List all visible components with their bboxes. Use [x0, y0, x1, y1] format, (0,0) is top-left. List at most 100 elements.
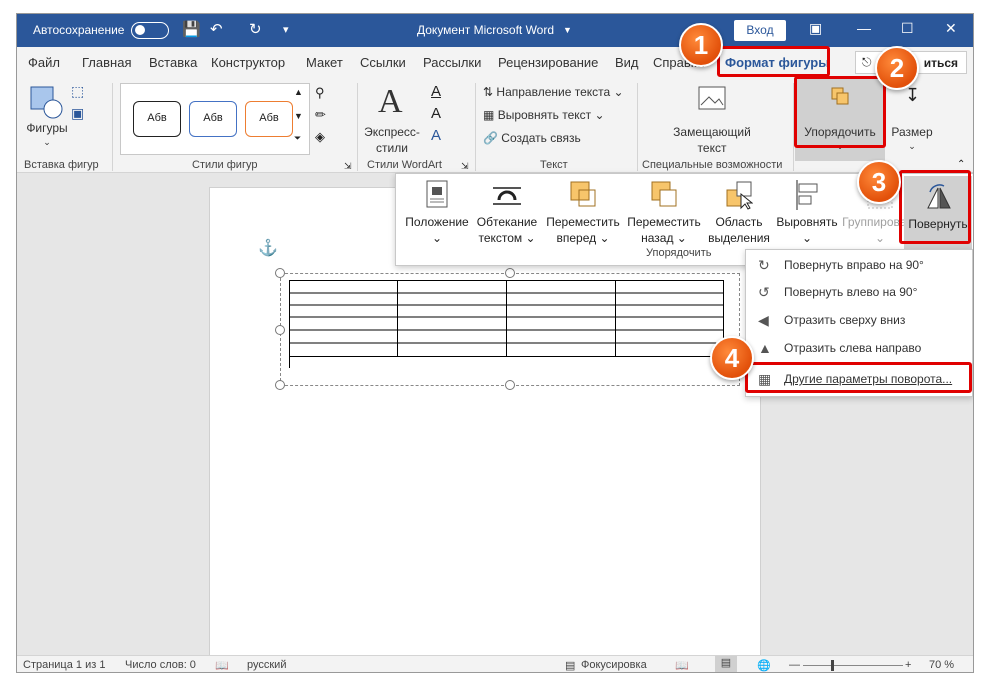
shape-style-black[interactable]: Абв	[133, 101, 181, 137]
create-link-label: Создать связь	[501, 131, 581, 145]
save-icon[interactable]: 💾	[182, 20, 201, 38]
gallery-down-icon[interactable]: ▼	[294, 111, 303, 121]
maximize-icon[interactable]: ☐	[901, 20, 914, 37]
selected-shape[interactable]	[275, 268, 740, 390]
tab-design[interactable]: Конструктор	[211, 55, 285, 70]
resize-handle[interactable]	[275, 268, 285, 278]
tab-review[interactable]: Рецензирование	[498, 55, 598, 70]
selection-pane-label2: выделения	[708, 231, 770, 245]
resize-handle[interactable]	[505, 380, 515, 390]
tab-home[interactable]: Главная	[82, 55, 131, 70]
arrange-button[interactable]: Упорядочить ⌄	[795, 79, 885, 161]
rotate-right-item[interactable]: ↻ Повернуть вправо на 90°	[746, 252, 972, 278]
resize-handle[interactable]	[275, 325, 285, 335]
step-marker-3: 3	[857, 160, 901, 204]
arrange-icon	[831, 87, 849, 105]
zoom-slider[interactable]	[803, 660, 903, 671]
link-icon: 🔗	[483, 131, 498, 145]
send-backward-label2: назад ⌄	[641, 231, 687, 245]
customize-qat-icon[interactable]: ▾	[283, 23, 289, 36]
wrap-text-label2: текстом ⌄	[478, 231, 536, 245]
dialog-launcher-icon[interactable]: ⇲	[461, 161, 469, 172]
rotate-label: Повернуть	[908, 217, 968, 231]
shape-fill-icon[interactable]: ⚲	[315, 85, 325, 101]
tab-view[interactable]: Вид	[615, 55, 639, 70]
text-box-icon[interactable]: ▣	[71, 105, 84, 122]
minimize-icon[interactable]: —	[857, 20, 871, 36]
align-button[interactable]: Выровнять ⌄	[774, 178, 840, 248]
tab-references[interactable]: Ссылки	[360, 55, 406, 70]
send-backward-button[interactable]: Переместить назад ⌄	[624, 178, 704, 248]
text-group-label: Текст	[540, 159, 568, 171]
bring-forward-icon	[570, 181, 596, 207]
word-count[interactable]: Число слов: 0	[125, 659, 196, 671]
text-fill-icon[interactable]: A	[431, 83, 441, 100]
size-button[interactable]: ↧ Размер ⌄	[887, 79, 937, 161]
redo-icon[interactable]: ↻	[249, 20, 262, 38]
edit-shape-icon[interactable]: ⬚	[71, 83, 84, 100]
close-icon[interactable]: ✕	[945, 20, 957, 37]
focus-icon[interactable]: ▤	[565, 659, 575, 672]
text-direction-button[interactable]: ⇅ Направление текста ⌄	[483, 85, 624, 99]
wrap-text-button[interactable]: Обтекание текстом ⌄	[472, 178, 542, 248]
zoom-out-icon[interactable]: —	[789, 659, 800, 671]
tab-layout[interactable]: Макет	[306, 55, 343, 70]
align-text-button[interactable]: ▦ Выровнять текст ⌄	[483, 108, 605, 122]
resize-handle[interactable]	[275, 380, 285, 390]
page-count[interactable]: Страница 1 из 1	[23, 659, 105, 671]
title-bar: Автосохранение 💾 ↶ ↻ ▾ Документ Microsof…	[17, 14, 973, 47]
zoom-thumb[interactable]	[831, 660, 834, 671]
alt-text-button[interactable]: Замещающий текст	[667, 83, 757, 155]
ribbon-display-icon[interactable]: ▣	[809, 20, 822, 37]
focus-mode[interactable]: Фокусировка	[581, 659, 647, 671]
rotate-right-icon: ↻	[758, 257, 770, 273]
dialog-launcher-icon[interactable]: ⇲	[344, 161, 352, 172]
read-mode-icon[interactable]: 📖	[675, 659, 689, 672]
tab-shape-format[interactable]: Формат фигуры	[725, 55, 829, 70]
undo-icon[interactable]: ↶	[210, 20, 223, 38]
bring-forward-button[interactable]: Переместить вперед ⌄	[542, 178, 624, 248]
alt-text-icon	[698, 86, 726, 110]
wrap-text-icon	[493, 187, 521, 205]
express-styles-button[interactable]: A Экспресс- стили	[362, 83, 422, 155]
text-outline-icon[interactable]: A	[431, 105, 441, 122]
tab-file[interactable]: Файл	[28, 55, 60, 70]
shape-style-blue[interactable]: Абв	[189, 101, 237, 137]
selection-pane-label: Область	[715, 215, 763, 229]
zoom-in-icon[interactable]: +	[905, 659, 911, 671]
collapse-ribbon-icon[interactable]: ⌃	[957, 159, 965, 170]
size-icon: ↧	[905, 85, 921, 105]
resize-handle[interactable]	[505, 268, 515, 278]
language[interactable]: русский	[247, 659, 286, 671]
gallery-more-icon[interactable]: ⏷	[294, 133, 301, 144]
zoom-level[interactable]: 70 %	[929, 659, 954, 671]
align-text-icon: ▦	[483, 108, 495, 122]
shape-style-orange[interactable]: Абв	[245, 101, 293, 137]
flip-vertical-item[interactable]: ◀ Отразить сверху вниз	[746, 307, 972, 333]
gallery-up-icon[interactable]: ▲	[294, 87, 303, 97]
web-layout-icon[interactable]: 🌐	[757, 659, 771, 672]
text-effects-icon[interactable]: A	[431, 127, 441, 144]
create-link-button[interactable]: 🔗 Создать связь	[483, 131, 581, 145]
selection-pane-button[interactable]: Область выделения	[704, 178, 774, 248]
step-marker-1: 1	[679, 23, 723, 67]
print-layout-icon[interactable]: ▤	[715, 656, 737, 672]
rotate-button[interactable]: Повернуть ⌄	[904, 176, 972, 256]
shapes-button[interactable]: Фигуры ⌄	[23, 83, 71, 153]
tab-insert[interactable]: Вставка	[149, 55, 197, 70]
shape-effects-icon[interactable]: ◈	[315, 129, 325, 145]
insert-shapes-group-label: Вставка фигур	[24, 159, 99, 171]
title-dropdown-icon[interactable]: ▼	[563, 25, 572, 35]
align-label2: ⌄	[801, 231, 813, 245]
position-button[interactable]: Положение ⌄	[402, 178, 472, 248]
flip-horizontal-item[interactable]: ▲ Отразить слева направо	[746, 335, 972, 361]
login-button[interactable]: Вход	[734, 20, 786, 41]
shape-outline-icon[interactable]: ✏	[315, 107, 326, 123]
proofing-icon[interactable]: 📖	[215, 659, 229, 672]
alt-text-label: Замещающий	[673, 125, 751, 139]
more-rotation-options-item[interactable]: ▦ Другие параметры поворота...	[746, 366, 972, 392]
rotate-left-item[interactable]: ↺ Повернуть влево на 90°	[746, 279, 972, 305]
autosave-toggle[interactable]	[131, 22, 169, 39]
autosave-label: Автосохранение	[33, 23, 125, 37]
tab-mailings[interactable]: Рассылки	[423, 55, 481, 70]
